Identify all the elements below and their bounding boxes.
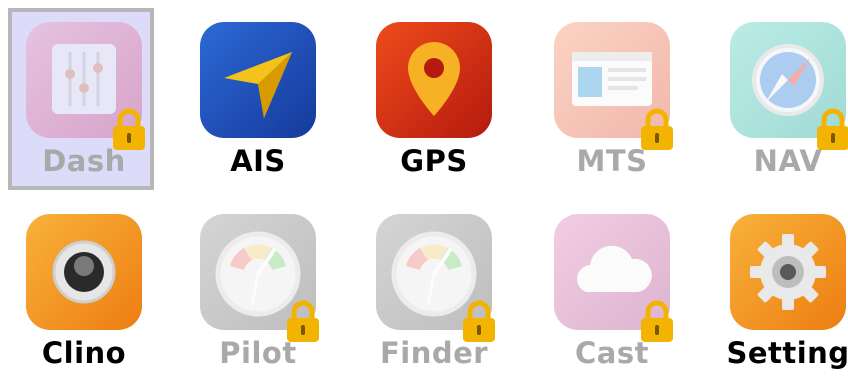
app-tile-cast[interactable]: Cast (532, 196, 692, 382)
app-label: Finder (379, 336, 489, 370)
app-tile-gps[interactable]: GPS (354, 4, 514, 190)
app-icon-container (376, 22, 492, 138)
app-icon-container (26, 214, 142, 330)
app-icon-container (730, 214, 846, 330)
app-label: AIS (230, 144, 286, 178)
app-label: GPS (400, 144, 468, 178)
app-tile-pilot[interactable]: Pilot (178, 196, 338, 382)
app-tile-dash[interactable]: Dash (4, 4, 164, 190)
app-label: MTS (576, 144, 648, 178)
app-tile-mts[interactable]: MTS (532, 4, 692, 190)
app-tile-setting[interactable]: Setting (708, 196, 848, 382)
app-icon-container (554, 214, 673, 342)
app-icon-container (376, 214, 495, 342)
app-tile-finder[interactable]: Finder (354, 196, 514, 382)
app-icon-container (730, 22, 848, 150)
app-icon-container (200, 22, 316, 138)
app-label: Pilot (219, 336, 297, 370)
gear-icon (730, 214, 846, 330)
app-tile-nav[interactable]: NAV (708, 4, 848, 190)
app-tile-clino[interactable]: Clino (4, 196, 164, 382)
app-label: Setting (726, 336, 848, 370)
app-launcher-grid: Dash AIS GPS MTS NAV Clino Pilot Finder … (0, 0, 848, 382)
app-icon-container (554, 22, 673, 150)
app-label: Cast (575, 336, 649, 370)
joystick-icon (26, 214, 142, 330)
app-icon-container (200, 214, 319, 342)
app-icon-container (26, 22, 145, 150)
app-label: NAV (753, 144, 823, 178)
app-label: Clino (41, 336, 127, 370)
navigation-arrow-icon (200, 22, 316, 138)
map-pin-icon (376, 22, 492, 138)
app-label: Dash (42, 144, 126, 178)
app-tile-ais[interactable]: AIS (178, 4, 338, 190)
